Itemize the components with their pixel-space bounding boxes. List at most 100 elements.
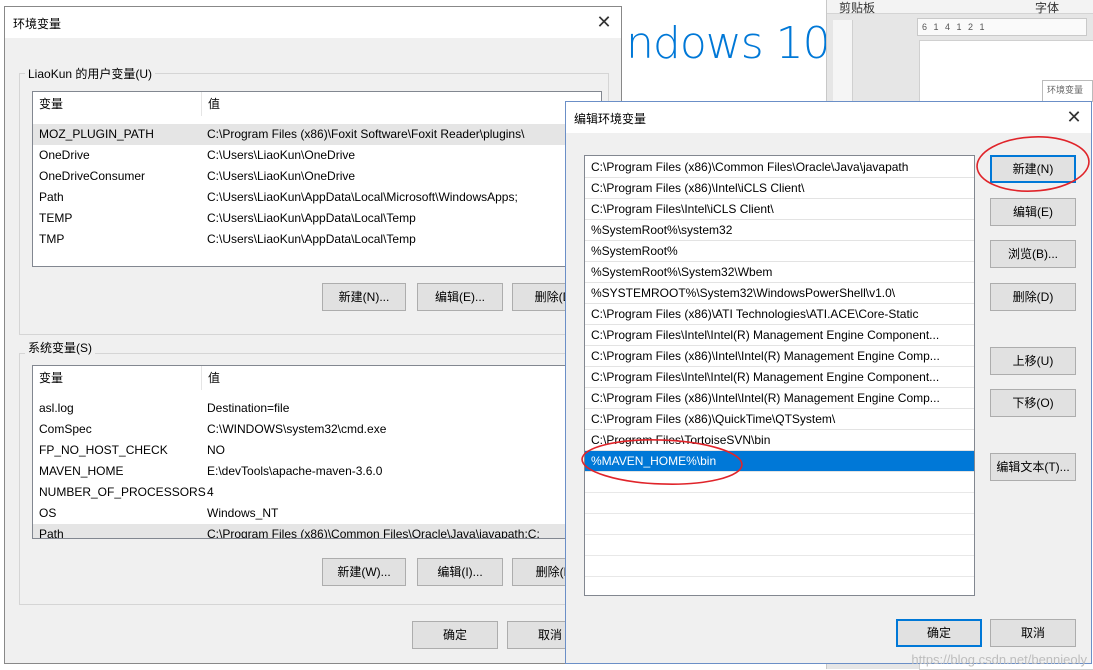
empty-path-slot[interactable] xyxy=(585,577,974,595)
variable-name: Path xyxy=(39,190,64,204)
variable-value: C:\Program Files (x86)\Foxit Software\Fo… xyxy=(207,127,525,141)
empty-path-slot[interactable] xyxy=(585,493,974,514)
variable-value: E:\devTools\apache-maven-3.6.0 xyxy=(207,464,383,478)
path-edit-button[interactable]: 编辑(E) xyxy=(990,198,1076,226)
variable-row[interactable]: Path C:\Users\LiaoKun\AppData\Local\Micro… xyxy=(33,187,601,208)
variable-value: C:\Users\LiaoKun\AppData\Local\Temp xyxy=(207,232,416,246)
empty-path-slot[interactable] xyxy=(585,556,974,577)
move-up-button[interactable]: 上移(U) xyxy=(990,347,1076,375)
path-entry[interactable]: C:\Program Files\Intel\Intel(R) Manageme… xyxy=(585,367,974,388)
system-edit-button[interactable]: 编辑(I)... xyxy=(417,558,503,586)
variable-row[interactable]: Path C:\Program Files (x86)\Common Files\… xyxy=(33,524,601,539)
path-entry[interactable]: C:\Program Files (x86)\Common Files\Orac… xyxy=(585,157,974,178)
user-edit-button[interactable]: 编辑(E)... xyxy=(417,283,503,311)
path-entry[interactable]: C:\Program Files (x86)\Intel\Intel(R) Ma… xyxy=(585,346,974,367)
path-entry[interactable]: %SystemRoot%\system32 xyxy=(585,220,974,241)
edit-ok-button[interactable]: 确定 xyxy=(896,619,982,647)
windows10-logo: ndows 10 xyxy=(626,18,831,69)
variable-name: ComSpec xyxy=(39,422,92,436)
variable-name: MAVEN_HOME xyxy=(39,464,124,478)
ribbon-font-label: 字体 xyxy=(1035,1,1060,15)
path-entry[interactable]: %MAVEN_HOME%\bin xyxy=(585,451,974,472)
edit-text-button[interactable]: 编辑文本(T)... xyxy=(990,453,1076,481)
variable-row[interactable]: MOZ_PLUGIN_PATH C:\Program Files (x86)\Fo… xyxy=(33,124,601,145)
variable-value: C:\Users\LiaoKun\AppData\Local\Temp xyxy=(207,211,416,225)
col-value-header[interactable]: 值 xyxy=(202,366,220,390)
variable-row[interactable]: MAVEN_HOME E:\devTools\apache-maven-3.6.0 xyxy=(33,461,601,482)
variable-value: C:\Program Files (x86)\Common Files\Orac… xyxy=(207,527,540,539)
variable-value: Destination=file xyxy=(207,401,290,415)
variable-row[interactable]: TMP C:\Users\LiaoKun\AppData\Local\Temp xyxy=(33,229,601,250)
path-entry[interactable]: %SYSTEMROOT%\System32\WindowsPowerShell\… xyxy=(585,283,974,304)
move-down-button[interactable]: 下移(O) xyxy=(990,389,1076,417)
variable-row[interactable]: NUMBER_OF_PROCESSORS 4 xyxy=(33,482,601,503)
word-ribbon: 剪贴板 字体 xyxy=(827,0,1093,15)
user-variables-list[interactable]: 变量 值 MOZ_PLUGIN_PATH C:\Program Files (x8… xyxy=(32,91,602,267)
variable-value: Windows_NT xyxy=(207,506,279,520)
variable-name: NUMBER_OF_PROCESSORS xyxy=(39,485,206,499)
path-new-button[interactable]: 新建(N) xyxy=(990,155,1076,183)
word-ruler: 6 1 4 1 2 1 xyxy=(917,18,1087,36)
variable-value: NO xyxy=(207,443,225,457)
path-entries-list[interactable]: C:\Program Files (x86)\Common Files\Orac… xyxy=(584,155,975,596)
path-entry[interactable]: C:\Program Files (x86)\ATI Technologies\… xyxy=(585,304,974,325)
path-delete-button[interactable]: 删除(D) xyxy=(990,283,1076,311)
variable-value: C:\Users\LiaoKun\OneDrive xyxy=(207,169,356,183)
variable-value: 4 xyxy=(207,485,214,499)
col-variable-header[interactable]: 变量 xyxy=(33,366,63,390)
system-variables-list[interactable]: 变量 值 asl.log Destination=file ComSpec C:\WI… xyxy=(32,365,602,539)
ribbon-clipboard-label: 剪贴板 xyxy=(839,1,876,15)
path-entry[interactable]: %SystemRoot% xyxy=(585,241,974,262)
variable-name: MOZ_PLUGIN_PATH xyxy=(39,127,154,141)
variable-value: C:\Users\LiaoKun\AppData\Local\Microsoft… xyxy=(207,190,518,204)
variable-name: TMP xyxy=(39,232,65,246)
env-dialog-titlebar: 环境变量 ✕ xyxy=(5,7,621,38)
variable-row[interactable]: ComSpec C:\WINDOWS\system32\cmd.exe xyxy=(33,419,601,440)
system-new-button[interactable]: 新建(W)... xyxy=(322,558,406,586)
variable-row[interactable]: TEMP C:\Users\LiaoKun\AppData\Local\Temp xyxy=(33,208,601,229)
path-browse-button[interactable]: 浏览(B)... xyxy=(990,240,1076,268)
close-icon[interactable]: ✕ xyxy=(1063,106,1085,128)
user-variables-label: LiaoKun 的用户变量(U) xyxy=(25,65,156,82)
variable-row[interactable]: OneDriveConsumer C:\Users\LiaoKun\OneDriv… xyxy=(33,166,601,187)
watermark: https://blog.csdn.net/bennieoly xyxy=(911,652,1087,667)
close-icon[interactable]: ✕ xyxy=(593,11,615,33)
variable-name: Path xyxy=(39,527,64,539)
variable-value: C:\Users\LiaoKun\OneDrive xyxy=(207,148,356,162)
path-entry[interactable]: %SystemRoot%\System32\Wbem xyxy=(585,262,974,283)
path-entry[interactable]: C:\Program Files (x86)\QuickTime\QTSyste… xyxy=(585,409,974,430)
variable-name: OS xyxy=(39,506,57,520)
variable-value: C:\WINDOWS\system32\cmd.exe xyxy=(207,422,387,436)
path-entry[interactable]: C:\Program Files\TortoiseSVN\bin xyxy=(585,430,974,451)
path-entry[interactable]: C:\Program Files (x86)\Intel\Intel(R) Ma… xyxy=(585,388,974,409)
variable-name: OneDrive xyxy=(39,148,90,162)
environment-variables-dialog: 环境变量 ✕ LiaoKun 的用户变量(U) 变量 值 MOZ_PLUGIN_… xyxy=(4,6,622,664)
path-entry[interactable]: C:\Program Files (x86)\Intel\iCLS Client… xyxy=(585,178,974,199)
variable-row[interactable]: OneDrive C:\Users\LiaoKun\OneDrive xyxy=(33,145,601,166)
env-dialog-thumbnail: 环境变量 xyxy=(1042,80,1093,102)
empty-path-slot[interactable] xyxy=(585,535,974,556)
variable-name: asl.log xyxy=(39,401,74,415)
variable-name: OneDriveConsumer xyxy=(39,169,146,183)
system-list-header: 变量 值 xyxy=(33,366,601,390)
variable-row[interactable]: asl.log Destination=file xyxy=(33,398,601,419)
env-ok-button[interactable]: 确定 xyxy=(412,621,498,649)
col-variable-header[interactable]: 变量 xyxy=(33,92,63,116)
empty-path-slot[interactable] xyxy=(585,472,974,493)
env-dialog-title: 环境变量 xyxy=(13,17,62,31)
user-list-header: 变量 值 xyxy=(33,92,601,116)
edit-dialog-title: 编辑环境变量 xyxy=(574,112,647,126)
variable-name: FP_NO_HOST_CHECK xyxy=(39,443,168,457)
variable-name: TEMP xyxy=(39,211,73,225)
col-value-header[interactable]: 值 xyxy=(202,92,220,116)
empty-path-slot[interactable] xyxy=(585,514,974,535)
user-new-button[interactable]: 新建(N)... xyxy=(322,283,406,311)
edit-dialog-titlebar: 编辑环境变量 ✕ xyxy=(566,102,1091,133)
edit-cancel-button[interactable]: 取消 xyxy=(990,619,1076,647)
edit-environment-variable-dialog: 编辑环境变量 ✕ C:\Program Files (x86)\Common F… xyxy=(565,101,1092,664)
system-variables-label: 系统变量(S) xyxy=(25,339,95,356)
path-entry[interactable]: C:\Program Files\Intel\iCLS Client\ xyxy=(585,199,974,220)
path-entry[interactable]: C:\Program Files\Intel\Intel(R) Manageme… xyxy=(585,325,974,346)
variable-row[interactable]: OS Windows_NT xyxy=(33,503,601,524)
variable-row[interactable]: FP_NO_HOST_CHECK NO xyxy=(33,440,601,461)
